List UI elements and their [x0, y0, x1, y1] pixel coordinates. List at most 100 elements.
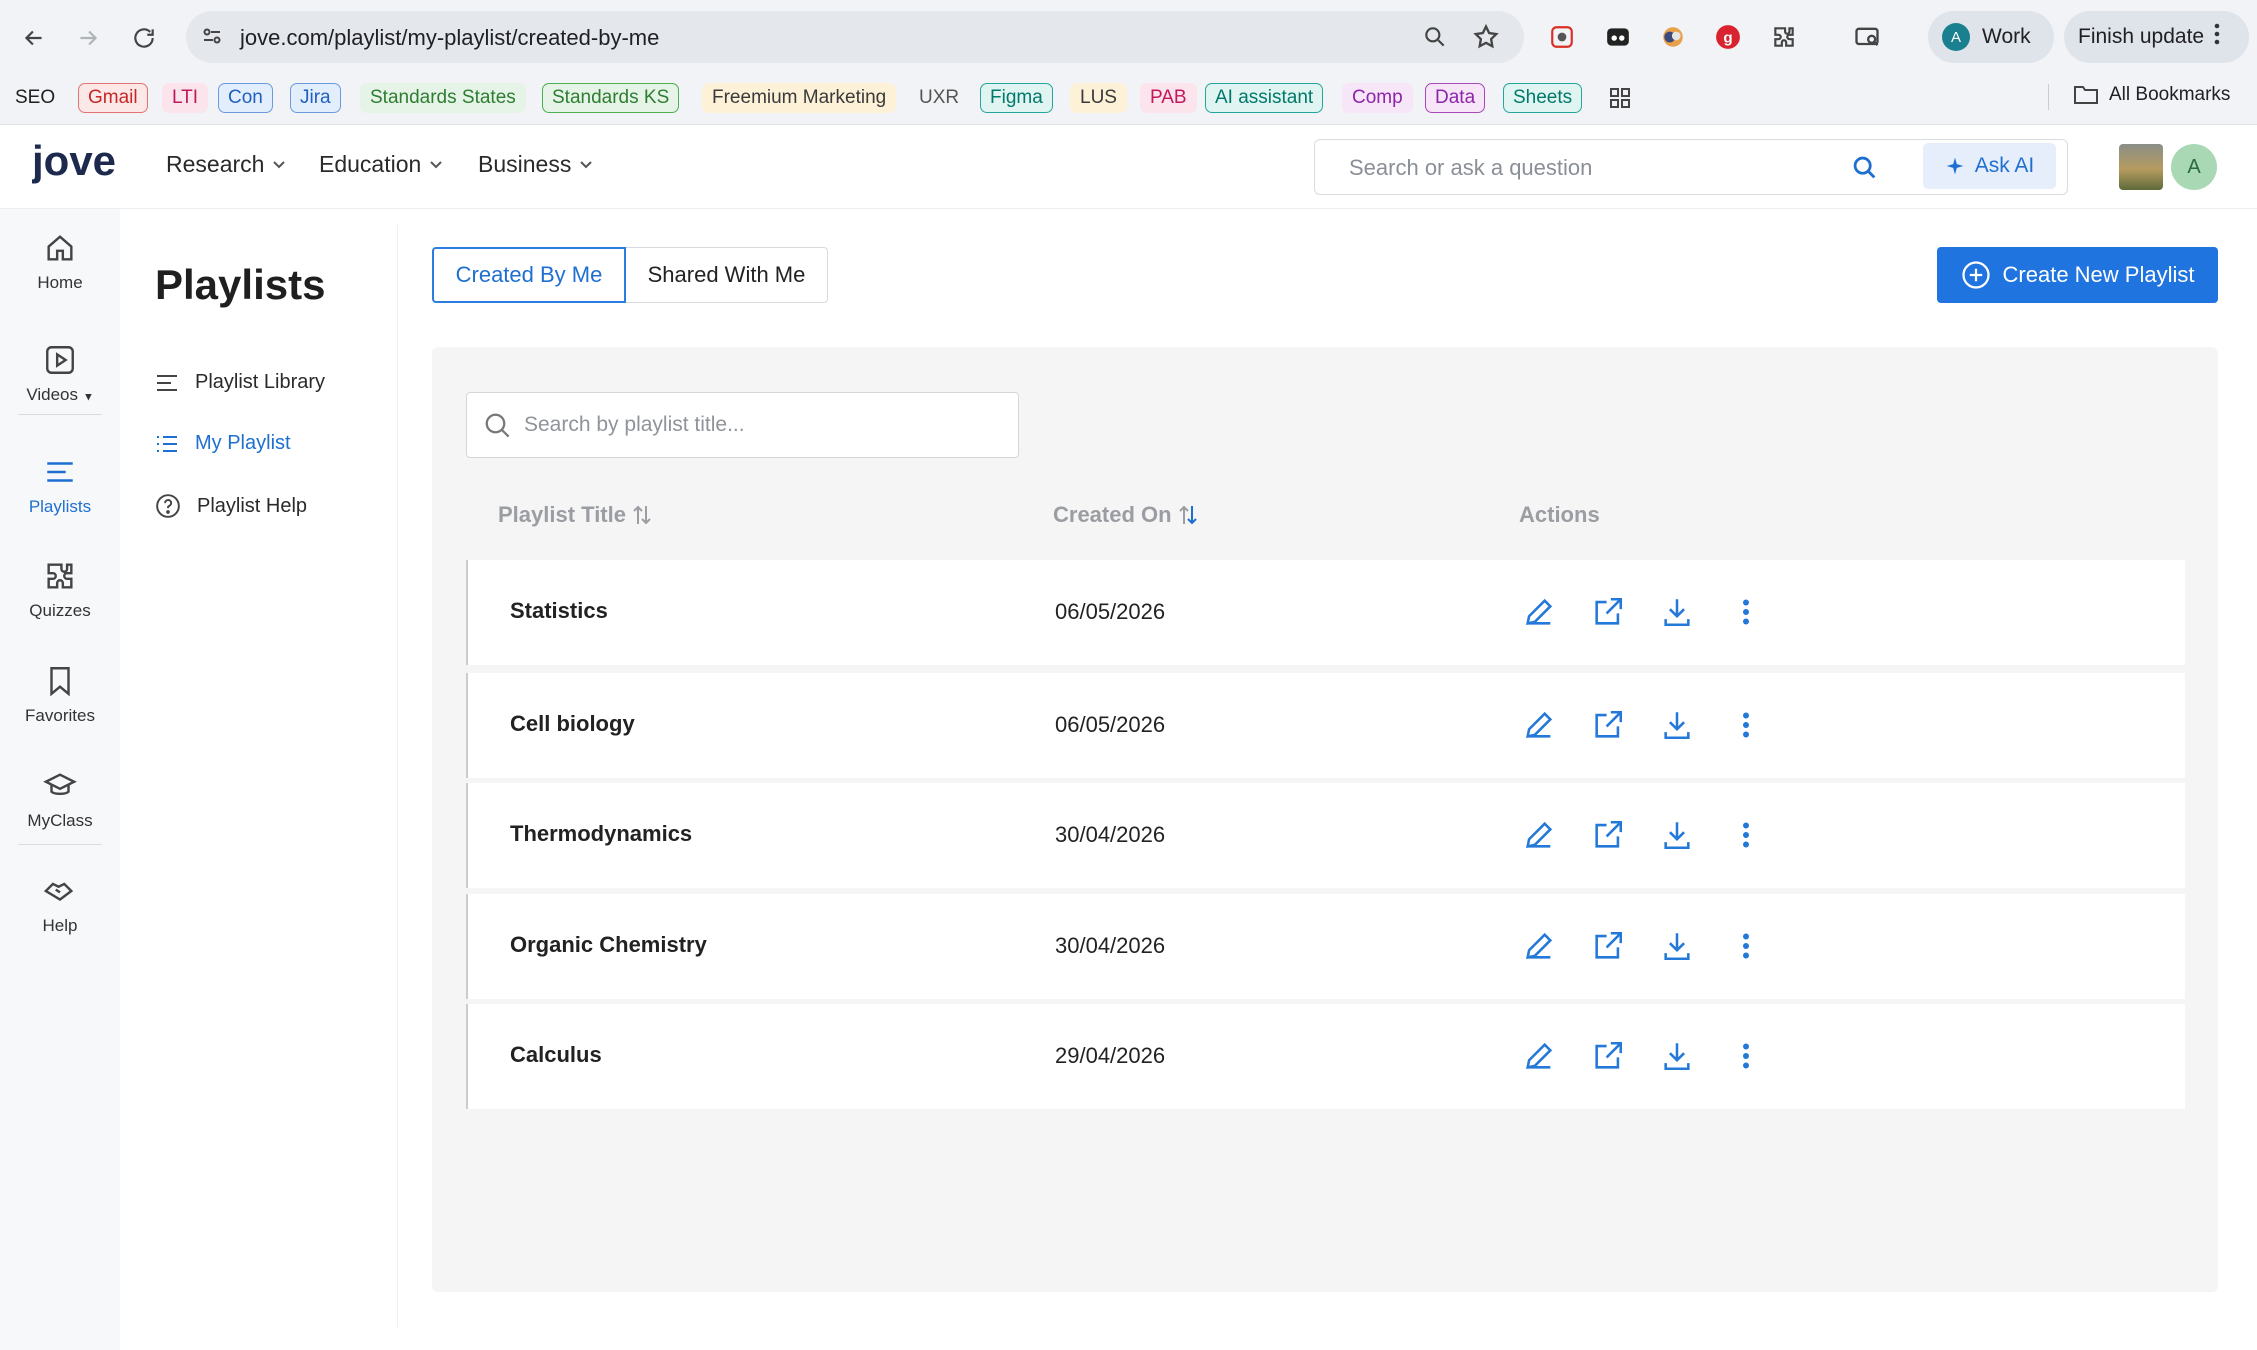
download-button[interactable] [1659, 1038, 1695, 1074]
screenshot-extension-icon[interactable] [1545, 20, 1579, 54]
list-icon [157, 435, 177, 452]
edit-button[interactable] [1521, 594, 1557, 630]
external-link-icon [1595, 931, 1623, 959]
bookmark-item[interactable]: Con [218, 83, 273, 113]
star-icon[interactable] [1472, 23, 1500, 56]
nav-education[interactable]: Education [319, 151, 443, 178]
panel-item-label: Playlist Help [197, 494, 308, 517]
playlist-created-on: 30/04/2026 [1055, 933, 1166, 958]
rail-item-favorites[interactable]: Favorites [0, 664, 120, 726]
profile-button[interactable]: A Work [1928, 11, 2054, 63]
bookmark-item[interactable]: Sheets [1503, 83, 1583, 113]
bookmark-item[interactable]: LTI [162, 83, 209, 113]
bookmark-item[interactable]: UXR [914, 83, 964, 113]
nav-business[interactable]: Business [478, 151, 593, 178]
download-button[interactable] [1659, 594, 1695, 630]
bookmark-item[interactable]: Data [1425, 83, 1486, 113]
tab-created-by-me[interactable]: Created By Me [432, 247, 626, 303]
create-new-playlist-label: Create New Playlist [2002, 262, 2195, 287]
more-options-button[interactable] [1728, 817, 1764, 853]
svg-text:g: g [1723, 29, 1732, 46]
back-button[interactable] [14, 18, 54, 58]
address-bar[interactable]: jove.com/playlist/my-playlist/created-by… [186, 11, 1524, 63]
open-button[interactable] [1590, 928, 1626, 964]
more-options-button[interactable] [1728, 594, 1764, 630]
bookmark-item[interactable]: LUS [1070, 83, 1127, 113]
rail-item-myclass[interactable]: MyClass [0, 769, 120, 831]
table-row[interactable]: Cell biology 06/05/2026 [466, 673, 2185, 778]
bookmark-item[interactable]: Standards States [360, 83, 526, 113]
playlist-title[interactable]: Cell biology [510, 711, 635, 737]
open-button[interactable] [1590, 594, 1626, 630]
playlist-title[interactable]: Statistics [510, 598, 608, 624]
bookmark-item[interactable]: PAB [1140, 83, 1197, 113]
bookmark-item[interactable]: AI assistant [1205, 83, 1324, 113]
user-avatar[interactable]: A [2171, 144, 2217, 190]
bookmark-item[interactable]: Freemium Marketing [702, 83, 897, 113]
panel-item-playlist-library[interactable]: Playlist Library [155, 371, 325, 394]
rail-item-help[interactable]: Help [0, 874, 120, 936]
open-button[interactable] [1590, 1038, 1626, 1074]
more-options-button[interactable] [1728, 1038, 1764, 1074]
download-button[interactable] [1659, 928, 1695, 964]
table-row[interactable]: Statistics 06/05/2026 [466, 560, 2185, 665]
edit-pencil-icon [1526, 711, 1553, 738]
tab-search-icon[interactable] [1850, 20, 1884, 54]
create-new-playlist-button[interactable]: Create New Playlist [1937, 247, 2218, 303]
column-header-created-on[interactable]: Created On [1053, 502, 1198, 528]
rail-item-home[interactable]: Home [0, 231, 120, 293]
grammarly-extension-icon[interactable]: g [1711, 20, 1745, 54]
download-icon [1664, 599, 1690, 627]
open-button[interactable] [1590, 707, 1626, 743]
ask-ai-button[interactable]: Ask AI [1923, 143, 2056, 189]
edit-button[interactable] [1521, 707, 1557, 743]
bookmarks-separator [2048, 84, 2049, 110]
table-row[interactable]: Thermodynamics 30/04/2026 [466, 783, 2185, 888]
extensions-puzzle-icon[interactable] [1767, 20, 1801, 54]
edit-button[interactable] [1521, 928, 1557, 964]
edit-button[interactable] [1521, 1038, 1557, 1074]
bookmark-item[interactable]: Comp [1342, 83, 1413, 113]
apps-grid-icon[interactable] [1608, 86, 1632, 115]
finish-update-button[interactable]: Finish update [2064, 11, 2249, 63]
incognito-extension-icon[interactable] [1601, 20, 1635, 54]
jove-logo[interactable]: jove [31, 137, 126, 194]
forward-button[interactable] [68, 18, 108, 58]
panel-item-my-playlist[interactable]: My Playlist [155, 432, 291, 455]
home-icon [47, 235, 73, 261]
all-bookmarks-button[interactable]: All Bookmarks [2073, 84, 2230, 106]
edit-button[interactable] [1521, 817, 1557, 853]
playlist-title[interactable]: Thermodynamics [510, 821, 692, 847]
search-icon[interactable] [1851, 154, 1879, 187]
panel-item-playlist-help[interactable]: Playlist Help [155, 493, 307, 519]
bookmark-item[interactable]: Gmail [78, 83, 148, 113]
playlist-title[interactable]: Organic Chemistry [510, 932, 707, 958]
bookmark-item[interactable]: SEO [10, 83, 60, 113]
bookmark-item[interactable]: Jira [290, 83, 341, 113]
more-options-button[interactable] [1728, 707, 1764, 743]
zoom-icon[interactable] [1422, 24, 1448, 55]
column-header-title[interactable]: Playlist Title [498, 502, 652, 528]
rail-item-videos[interactable]: Videos ▲ [0, 343, 120, 405]
table-row[interactable]: Calculus 29/04/2026 [466, 1004, 2185, 1109]
download-button[interactable] [1659, 817, 1695, 853]
rail-item-quizzes[interactable]: Quizzes [0, 559, 120, 621]
site-settings-icon[interactable] [200, 24, 224, 53]
nav-education-label: Education [319, 151, 422, 177]
nav-research[interactable]: Research [166, 151, 286, 178]
more-options-button[interactable] [1728, 928, 1764, 964]
bookmark-item[interactable]: Figma [980, 83, 1053, 113]
bookmark-item[interactable]: Standards KS [542, 83, 680, 113]
tab-shared-with-me[interactable]: Shared With Me [626, 247, 828, 303]
institution-avatar[interactable] [2119, 144, 2163, 190]
rail-item-playlists[interactable]: Playlists [0, 455, 120, 517]
list-lines-icon [157, 374, 177, 391]
table-row[interactable]: Organic Chemistry 30/04/2026 [466, 894, 2185, 999]
download-button[interactable] [1659, 707, 1695, 743]
open-button[interactable] [1590, 817, 1626, 853]
reload-button[interactable] [124, 18, 164, 58]
playlist-title[interactable]: Calculus [510, 1042, 602, 1068]
color-extension-icon[interactable] [1656, 20, 1690, 54]
playlist-search-input[interactable]: Search by playlist title... [466, 392, 1019, 458]
profile-label: Work [1982, 25, 2031, 48]
